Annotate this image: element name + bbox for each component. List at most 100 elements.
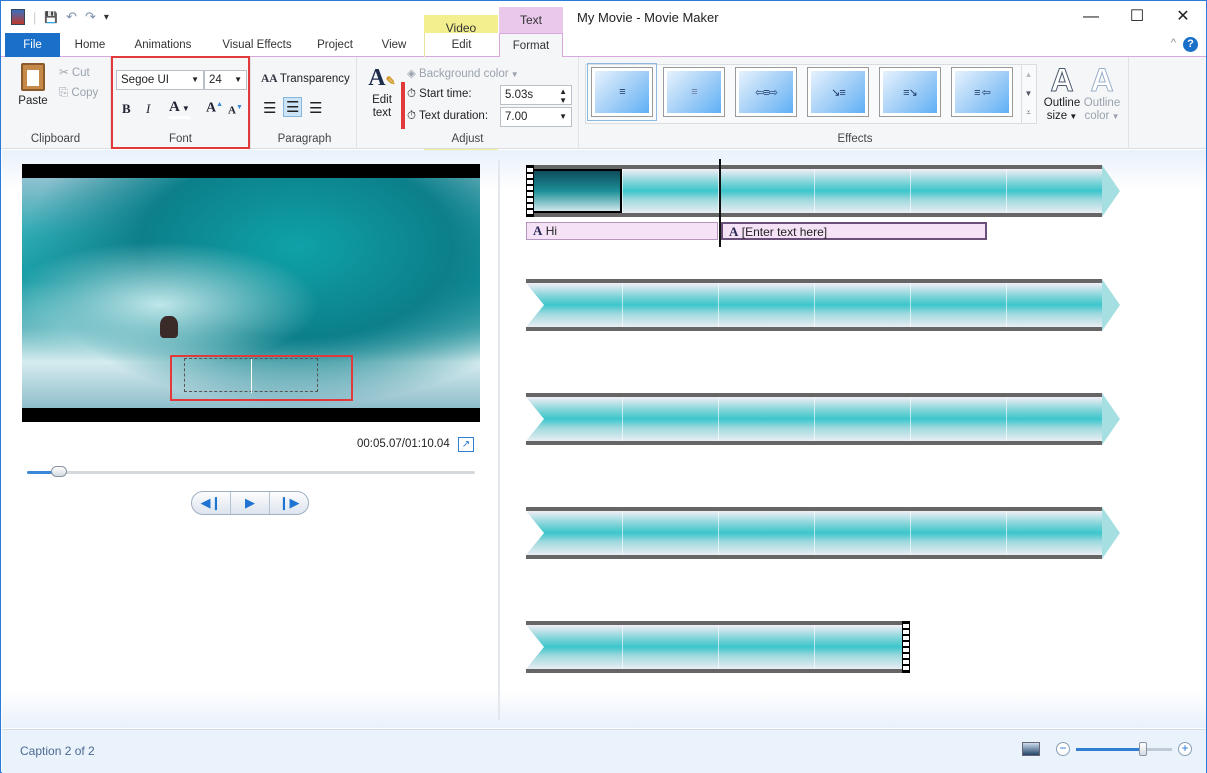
outline-color-button[interactable]: A Outline color ▼	[1081, 63, 1123, 123]
continuation-notch	[526, 283, 544, 327]
copy-button[interactable]: ⎘ Copy	[59, 87, 98, 100]
clip-strip[interactable]	[526, 279, 1120, 331]
tab-edit[interactable]: Edit	[424, 33, 498, 57]
clip-frame	[910, 283, 1006, 327]
fullscreen-button[interactable]: ↗	[458, 437, 474, 452]
tab-view[interactable]: View	[371, 33, 417, 57]
zoom-in-button[interactable]: +	[1178, 742, 1192, 756]
cut-button[interactable]: ✂ Cut	[59, 65, 90, 79]
clip-frame	[1006, 511, 1102, 555]
video-preview[interactable]	[22, 164, 480, 422]
copy-icon: ⎘	[59, 87, 72, 99]
text-tools-context-tab: Text Tools	[499, 7, 563, 53]
tab-animations[interactable]: Animations	[125, 33, 201, 57]
effect-item[interactable]: ⇦≡⇨	[735, 67, 797, 117]
clip-frame	[1006, 169, 1102, 213]
effect-item[interactable]: ≡↘	[879, 67, 941, 117]
previous-frame-button[interactable]: ◀❙	[192, 492, 231, 514]
minimize-button[interactable]: —	[1068, 1, 1114, 33]
caption-clip-selected[interactable]: A [Enter text here]	[721, 222, 987, 240]
paint-bucket-icon: ◈	[407, 68, 420, 80]
effect-thumbnail: ≡↘	[883, 71, 937, 113]
tab-home[interactable]: Home	[65, 33, 115, 57]
clip-frame	[718, 283, 814, 327]
tab-visual-effects[interactable]: Visual Effects	[213, 33, 301, 57]
edit-text-button[interactable]: A✎ Edit text	[365, 65, 399, 120]
app-icon[interactable]	[11, 9, 25, 25]
start-time-spinner[interactable]: 5.03s ▲ ▼	[500, 85, 572, 105]
text-duration-select[interactable]: 7.00 ▼	[500, 107, 572, 127]
outline-color-icon: A	[1090, 62, 1114, 98]
tab-format[interactable]: Format	[499, 33, 563, 58]
effect-item[interactable]: ≡ ⇦	[951, 67, 1013, 117]
paragraph-group-label: Paragraph	[277, 133, 332, 145]
scroll-down-icon[interactable]: ▼	[1022, 84, 1035, 103]
effect-item[interactable]: ↘≡	[807, 67, 869, 117]
outline-size-button[interactable]: A Outline size ▼	[1041, 63, 1083, 123]
seek-thumb[interactable]	[51, 466, 68, 477]
clip-strip[interactable]	[526, 393, 1120, 445]
ribbon-tabs: File Home Animations Visual Effects Proj…	[1, 33, 1206, 58]
align-center-icon: ☰	[286, 99, 300, 116]
playhead[interactable]	[719, 159, 721, 247]
effect-item[interactable]: ≡	[587, 63, 657, 121]
undo-icon[interactable]: ↶	[66, 9, 77, 25]
clip-frame	[622, 397, 718, 441]
align-left-button[interactable]: ☰	[263, 99, 276, 117]
seek-slider[interactable]	[27, 466, 475, 477]
save-icon[interactable]: 💾	[44, 11, 58, 24]
effect-item[interactable]: ≡	[663, 67, 725, 117]
tab-file[interactable]: File	[5, 33, 60, 57]
effect-thumbnail: ≡	[595, 71, 649, 113]
clip-frame	[814, 511, 910, 555]
zoom-fill	[1076, 747, 1144, 751]
background-color-button[interactable]: ◈ Background color ▼	[407, 66, 519, 80]
text-duration-value: 7.00	[505, 111, 528, 123]
align-center-button[interactable]: ☰	[283, 97, 303, 117]
thumbnail-size-icon[interactable]	[1022, 742, 1040, 756]
tab-project[interactable]: Project	[311, 33, 359, 57]
redo-icon[interactable]: ↷	[85, 9, 96, 25]
customize-qat-icon[interactable]: ▾	[104, 12, 109, 23]
textbox-highlight-box	[170, 355, 353, 401]
clip-strip[interactable]	[526, 507, 1120, 559]
collapse-ribbon-icon[interactable]: ^	[1171, 37, 1176, 49]
playback-controls: ◀❙ ▶ ❙▶	[191, 491, 309, 515]
adjust-group: A✎ Edit text ◈ Background color ▼ ⏱ Star…	[357, 57, 579, 149]
clip-strip[interactable]	[526, 621, 910, 673]
paste-button[interactable]: Paste	[13, 63, 53, 107]
copy-label: Copy	[71, 87, 99, 99]
zoom-slider[interactable]	[1076, 741, 1172, 756]
clipboard-group: Paste ✂ Cut ⎘ Copy Clipboard	[1, 57, 111, 149]
clip-frame	[814, 169, 910, 213]
zoom-thumb[interactable]	[1139, 741, 1148, 756]
play-button[interactable]: ▶	[231, 492, 270, 514]
clip-frame	[718, 397, 814, 441]
zoom-out-button[interactable]: −	[1056, 742, 1070, 756]
movie-maker-window: | 💾 ↶ ↷ ▾ Video Tools Text Tools My Movi…	[0, 0, 1207, 773]
align-right-button[interactable]: ☰	[309, 99, 322, 117]
pane-splitter[interactable]	[498, 160, 500, 720]
window-title: My Movie - Movie Maker	[577, 10, 719, 25]
clip-frame	[910, 511, 1006, 555]
transparency-button[interactable]: AA Transparency	[261, 73, 350, 85]
start-time-label: ⏱ Start time:	[407, 88, 472, 101]
help-icon[interactable]: ?	[1183, 37, 1198, 52]
transparency-label: Transparency	[279, 73, 350, 85]
scroll-up-icon[interactable]: ▲	[1022, 65, 1035, 84]
next-frame-button[interactable]: ❙▶	[270, 492, 308, 514]
outline-size-icon: A	[1050, 62, 1074, 98]
close-button[interactable]: ✕	[1160, 1, 1206, 33]
stopwatch-icon: ⏱	[407, 110, 419, 122]
caption-icon: A	[533, 223, 543, 238]
clip-frame	[1006, 397, 1102, 441]
clip-frame	[526, 169, 622, 213]
gallery-expand-icon[interactable]: ⩡	[1022, 103, 1035, 122]
clip-strip[interactable]	[526, 165, 1120, 217]
clip-frame	[622, 625, 718, 669]
maximize-button[interactable]: ☐	[1114, 1, 1160, 33]
caption-clip[interactable]: A Hi	[526, 222, 718, 240]
spinner-arrows-icon[interactable]: ▲ ▼	[559, 87, 567, 105]
clip-frame	[814, 397, 910, 441]
gallery-scroll[interactable]: ▲ ▼ ⩡	[1021, 65, 1035, 123]
